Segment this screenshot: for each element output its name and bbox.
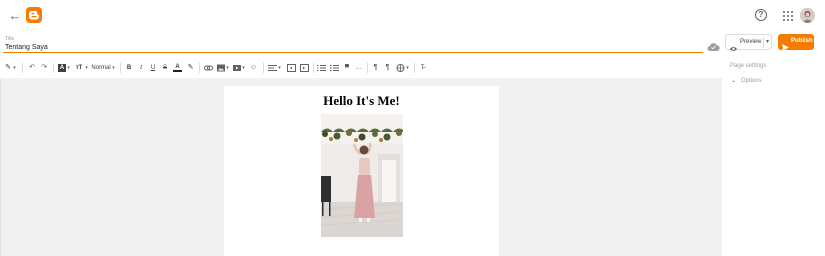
post-heading[interactable]: Hello It's Me! bbox=[224, 93, 499, 109]
toolbar-divider bbox=[120, 63, 121, 73]
top-bar: ← ? bbox=[0, 0, 825, 30]
format-dropdown-icon[interactable]: ▾ bbox=[111, 63, 116, 73]
highlighter-icon[interactable]: ✎ bbox=[186, 63, 195, 73]
italic-button[interactable]: I bbox=[137, 63, 145, 73]
redo-icon[interactable]: ↷ bbox=[39, 63, 49, 73]
video-dropdown-icon[interactable]: ▾ bbox=[241, 63, 246, 73]
back-arrow-icon[interactable]: ← bbox=[8, 9, 22, 23]
bold-button[interactable]: B bbox=[125, 63, 133, 73]
options-label[interactable]: Options bbox=[741, 78, 762, 84]
preview-dropdown-icon[interactable]: ▾ bbox=[766, 38, 769, 45]
apps-grid-icon[interactable] bbox=[783, 11, 793, 21]
title-underline bbox=[3, 52, 703, 53]
editor-canvas: Hello It's Me! bbox=[0, 78, 722, 256]
underline-button[interactable]: U bbox=[149, 63, 157, 73]
more-icon[interactable]: … bbox=[354, 63, 363, 73]
post-image[interactable] bbox=[321, 114, 403, 237]
toolbar-divider bbox=[414, 63, 415, 73]
preview-button[interactable]: Preview ▾ bbox=[725, 34, 772, 51]
undo-icon[interactable]: ↶ bbox=[27, 63, 37, 73]
text-background-icon[interactable]: A bbox=[58, 64, 66, 72]
preview-label: Preview bbox=[740, 39, 762, 45]
numbered-list-icon[interactable] bbox=[317, 63, 326, 73]
formatting-toolbar: ✎ ▾ ↶ ↷ A ▾ ᴛT ▾ Normal ▾ B I U S A ✎ ▾ … bbox=[0, 58, 722, 78]
toolbar-divider bbox=[53, 63, 54, 73]
send-icon bbox=[782, 38, 789, 51]
blogger-logo-icon[interactable] bbox=[26, 7, 42, 23]
mode-dropdown-icon[interactable]: ▾ bbox=[12, 63, 17, 73]
video-icon[interactable] bbox=[233, 63, 241, 73]
align-icon[interactable] bbox=[268, 63, 277, 73]
indent-decrease-icon[interactable] bbox=[287, 63, 296, 73]
image-dropdown-icon[interactable]: ▾ bbox=[225, 63, 230, 73]
background-dropdown-icon[interactable]: ▾ bbox=[66, 63, 71, 73]
ltr-icon[interactable]: ¶ bbox=[383, 63, 392, 73]
toolbar-divider bbox=[263, 63, 264, 73]
language-dropdown-icon[interactable]: ▾ bbox=[405, 63, 410, 73]
publish-button[interactable]: Publish bbox=[778, 34, 814, 51]
strikethrough-button[interactable]: S bbox=[161, 63, 169, 73]
eye-icon bbox=[730, 39, 737, 51]
toolbar-divider bbox=[313, 63, 314, 73]
pencil-icon[interactable]: ✎ bbox=[4, 63, 12, 73]
link-icon[interactable] bbox=[204, 63, 213, 73]
publish-label: Publish bbox=[791, 38, 813, 44]
chevron-down-icon[interactable]: ⌄ bbox=[731, 77, 736, 84]
font-size-dropdown-icon[interactable]: ▾ bbox=[84, 63, 89, 73]
toolbar-divider bbox=[199, 63, 200, 73]
toolbar-divider bbox=[22, 63, 23, 73]
preview-divider bbox=[763, 37, 764, 48]
settings-sidebar: Page settings ⌄ Options bbox=[722, 58, 825, 256]
font-size-icon[interactable]: ᴛT bbox=[74, 63, 84, 73]
rtl-icon[interactable]: ¶ bbox=[371, 63, 380, 73]
page-settings-label: Page settings bbox=[730, 63, 767, 69]
indent-increase-icon[interactable] bbox=[300, 63, 309, 73]
paragraph-format-select[interactable]: Normal bbox=[91, 63, 111, 73]
title-area: Title Tentang Saya bbox=[0, 30, 825, 58]
cloud-saved-icon bbox=[707, 38, 720, 51]
emoji-icon[interactable]: ☺ bbox=[249, 63, 258, 73]
align-dropdown-icon[interactable]: ▾ bbox=[277, 63, 282, 73]
title-label: Title bbox=[5, 36, 15, 42]
text-color-icon[interactable]: A bbox=[173, 63, 182, 72]
post-body[interactable]: Hello It's Me! bbox=[224, 86, 499, 256]
language-icon[interactable] bbox=[396, 63, 405, 73]
bulleted-list-icon[interactable] bbox=[330, 63, 339, 73]
help-icon[interactable]: ? bbox=[755, 9, 767, 21]
image-icon[interactable] bbox=[217, 63, 225, 73]
toolbar-divider bbox=[367, 63, 368, 73]
post-title-input[interactable]: Tentang Saya bbox=[5, 44, 48, 51]
quote-icon[interactable]: ❞ bbox=[343, 63, 351, 73]
clear-formatting-icon[interactable]: T̶ bbox=[418, 63, 427, 73]
user-avatar[interactable] bbox=[800, 8, 815, 23]
